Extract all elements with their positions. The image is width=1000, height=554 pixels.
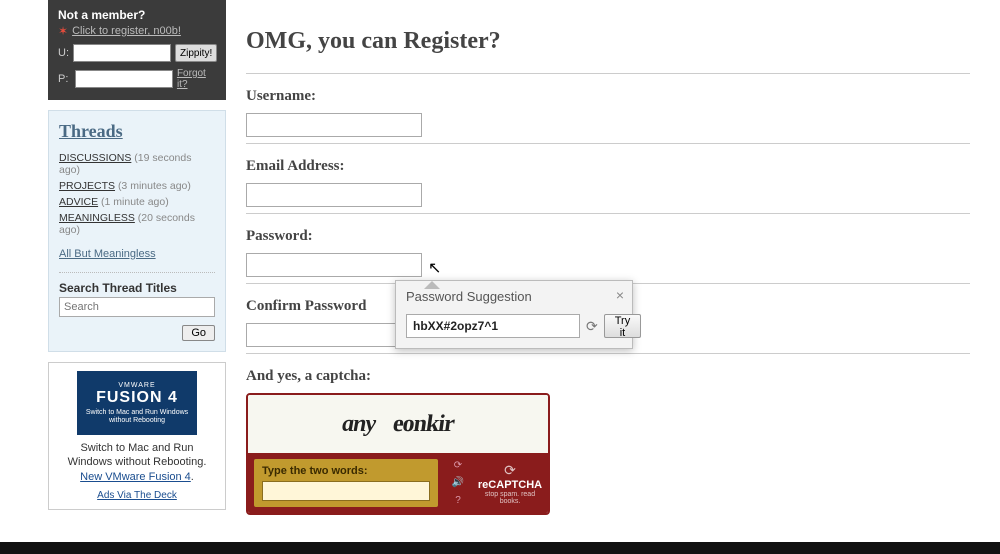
username-input[interactable] (246, 113, 422, 137)
main-column: OMG, you can Register? Username: Email A… (246, 0, 970, 521)
captcha-input[interactable] (262, 481, 430, 501)
username-label: U: (58, 47, 69, 59)
captcha-audio-icon[interactable]: 🔊 (452, 477, 464, 488)
popup-title: Password Suggestion (396, 281, 632, 308)
password-label: P: (58, 73, 71, 85)
thread-link-meaningless[interactable]: MEANINGLESS (59, 212, 135, 224)
ad-box: VMWARE FUSION 4 Switch to Mac and Run Wi… (48, 362, 226, 510)
left-column: Not a member? ✶ Click to register, n00b!… (48, 0, 226, 521)
window-frame-bottom (0, 542, 1000, 554)
thread-link-projects[interactable]: PROJECTS (59, 180, 115, 192)
username-field-label: Username: (246, 88, 970, 105)
thread-item: PROJECTS (3 minutes ago) (59, 180, 215, 192)
login-password-input[interactable] (75, 70, 173, 88)
password-section: Password: (246, 213, 970, 283)
ad-brand: FUSION 4 (96, 389, 178, 407)
captcha-brand: ⟳ reCAPTCHA stop spam. read books. (472, 453, 548, 513)
ads-via-link[interactable]: Ads Via The Deck (57, 490, 217, 501)
password-field-label: Password: (246, 228, 970, 245)
username-section: Username: (246, 73, 970, 143)
star-icon: ✶ (58, 24, 68, 38)
ad-caption-pre: Switch to Mac and Run Windows without Re… (68, 442, 207, 468)
email-input[interactable] (246, 183, 422, 207)
try-it-button[interactable]: Try it (604, 314, 641, 338)
password-input[interactable] (246, 253, 422, 277)
register-link[interactable]: Click to register, n00b! (72, 25, 181, 37)
captcha-image: any eonkir (248, 395, 548, 453)
ad-brand-top: VMWARE (118, 382, 155, 390)
login-box: Not a member? ✶ Click to register, n00b!… (48, 0, 226, 100)
captcha-field-label: And yes, a captcha: (246, 368, 970, 385)
thread-item: DISCUSSIONS (19 seconds ago) (59, 152, 215, 176)
regenerate-icon[interactable]: ⟳ (586, 318, 598, 335)
thread-link-discussions[interactable]: DISCUSSIONS (59, 152, 131, 164)
ad-caption-post: . (191, 471, 194, 483)
captcha-instruction: Type the two words: (262, 465, 430, 477)
thread-ago: (3 minutes ago) (118, 180, 191, 192)
search-go-button[interactable]: Go (182, 325, 215, 341)
login-submit-button[interactable]: Zippity! (175, 44, 217, 62)
not-member-title: Not a member? (58, 8, 216, 22)
email-section: Email Address: (246, 143, 970, 213)
ad-image[interactable]: VMWARE FUSION 4 Switch to Mac and Run Wi… (77, 371, 197, 435)
captcha-help-icon[interactable]: ? (455, 495, 461, 506)
captcha-section: And yes, a captcha: any eonkir Type the … (246, 353, 970, 521)
register-heading: OMG, you can Register? (246, 28, 970, 55)
ad-image-caption: Switch to Mac and Run Windows without Re… (77, 409, 197, 424)
captcha-controls: ⟳ 🔊 ? (444, 453, 472, 513)
captcha-reload-icon[interactable]: ⟳ (454, 460, 462, 471)
forgot-password-link[interactable]: Forgot it? (177, 68, 216, 90)
thread-item: ADVICE (1 minute ago) (59, 196, 215, 208)
ad-caption-link[interactable]: New VMware Fusion 4 (80, 471, 191, 483)
login-username-input[interactable] (73, 44, 171, 62)
captcha-word-2: eonkir (391, 411, 455, 438)
page: Not a member? ✶ Click to register, n00b!… (0, 0, 1000, 554)
threads-heading[interactable]: Threads (59, 121, 215, 142)
captcha-tagline: stop spam. read books. (476, 491, 544, 505)
ad-caption: Switch to Mac and Run Windows without Re… (57, 441, 217, 484)
thread-link-advice[interactable]: ADVICE (59, 196, 98, 208)
password-suggestion-popup: × Password Suggestion ⟳ Try it (395, 280, 633, 349)
thread-ago: (1 minute ago) (101, 196, 169, 208)
search-threads-label: Search Thread Titles (59, 272, 215, 295)
all-but-meaningless-link[interactable]: All But Meaningless (59, 248, 215, 260)
search-threads-input[interactable] (59, 297, 215, 317)
threads-box: Threads DISCUSSIONS (19 seconds ago) PRO… (48, 110, 226, 352)
popup-close-icon[interactable]: × (616, 287, 624, 303)
captcha-word-1: any (342, 411, 375, 438)
recaptcha-widget: any eonkir Type the two words: ⟳ 🔊 ? ⟳ (246, 393, 550, 515)
thread-item: MEANINGLESS (20 seconds ago) (59, 212, 215, 236)
email-field-label: Email Address: (246, 158, 970, 175)
captcha-brand-text: reCAPTCHA (478, 479, 542, 491)
password-suggestion-input[interactable] (406, 314, 580, 338)
